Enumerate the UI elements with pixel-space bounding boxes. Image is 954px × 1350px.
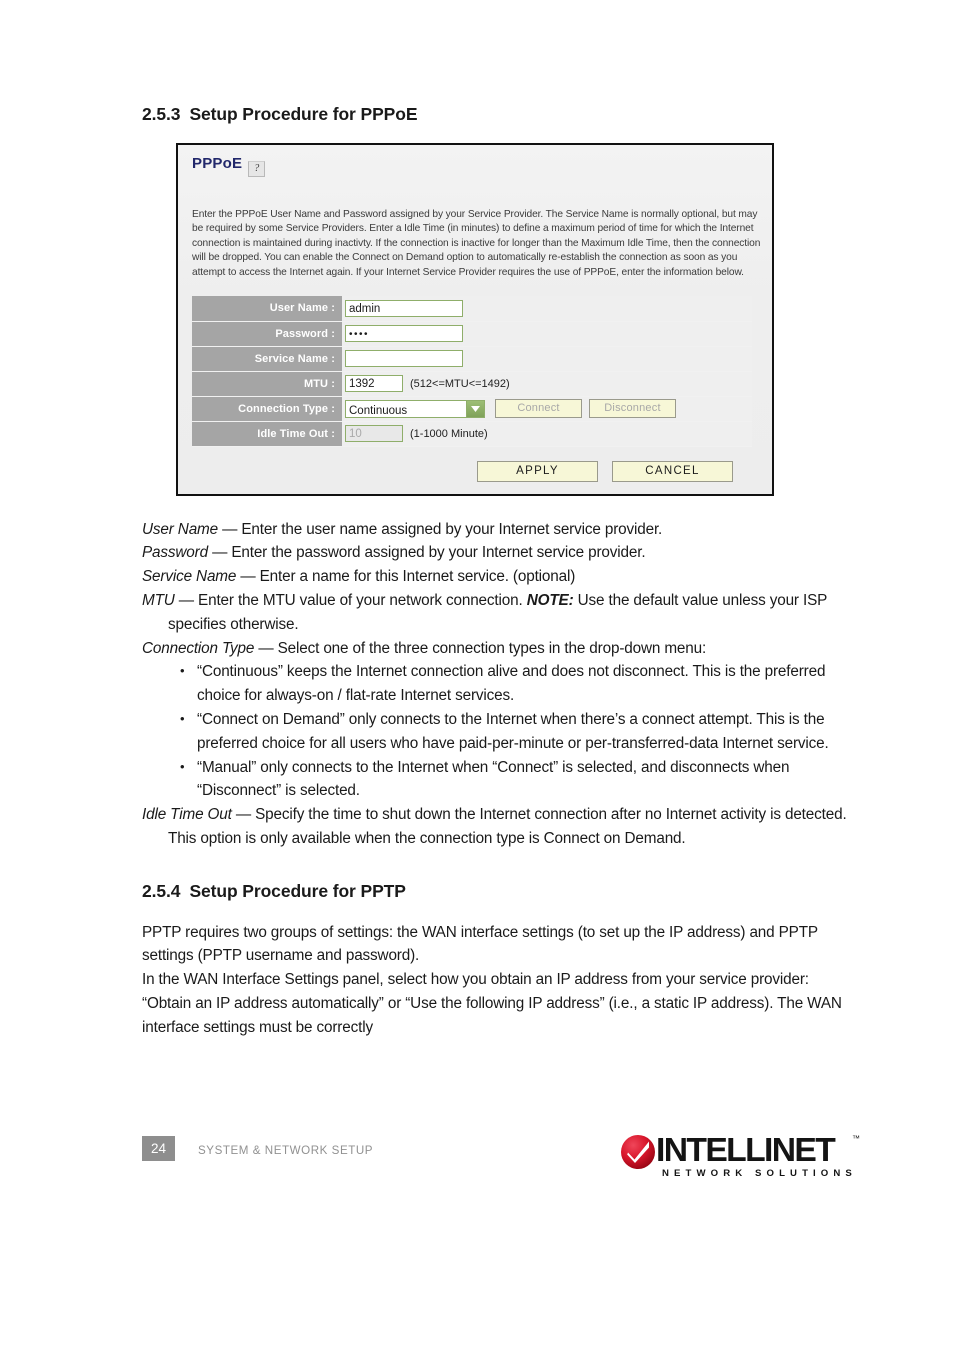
definition-password-text: — Enter the password assigned by your In… [207, 544, 646, 562]
idle-time-out-cell: 10 (1-1000 Minute) [342, 421, 752, 447]
section-heading-253: 2.5.3 Setup Procedure for PPPoE [142, 104, 860, 125]
connection-type-bullets: “Continuous” keeps the Internet connecti… [142, 659, 860, 804]
password-cell: •••• [342, 321, 752, 347]
panel-header: PPPoE ? [192, 156, 758, 182]
list-item: “Continuous” keeps the Internet connecti… [180, 659, 860, 708]
definition-connection-type-text: — Select one of the three connection typ… [254, 639, 707, 657]
term-service-name: Service Name [142, 568, 237, 586]
page-footer: 24 SYSTEM & NETWORK SETUP INTELLINET ™ N… [142, 1128, 860, 1188]
mtu-hint: (512<=MTU<=1492) [410, 377, 510, 390]
cancel-button[interactable]: CANCEL [612, 460, 733, 482]
pppoe-form: User Name : admin Password : •••• Servic… [192, 296, 752, 447]
section-heading-254: 2.5.4 Setup Procedure for PPTP [142, 881, 860, 902]
note-label: NOTE: [526, 591, 574, 609]
intellinet-logo: INTELLINET ™ NETWORK SOLUTIONS [612, 1128, 860, 1184]
connect-button[interactable]: Connect [495, 399, 582, 419]
apply-button[interactable]: APPLY [477, 460, 598, 482]
mtu-label: MTU : [192, 371, 342, 397]
term-password: Password [142, 544, 208, 562]
idle-time-out-label: Idle Time Out : [192, 421, 342, 447]
logo-wordmark: INTELLINET [656, 1131, 836, 1168]
section-number: 2.5.4 [142, 880, 181, 901]
definition-user-name-text: — Enter the user name assigned by your I… [218, 520, 663, 538]
user-name-input[interactable]: admin [345, 299, 463, 317]
form-row-service-name: Service Name : [192, 346, 752, 372]
document-page: 2.5.3 Setup Procedure for PPPoE PPPoE ? E… [0, 0, 954, 1350]
definition-user-name: User Name — Enter the user name assigned… [142, 518, 860, 542]
term-mtu: MTU [142, 591, 175, 609]
page-number-badge: 24 [142, 1136, 175, 1161]
term-connection-type: Connection Type [142, 639, 255, 657]
panel-inner: PPPoE ? Enter the PPPoE User Name and Pa… [178, 145, 772, 494]
connection-type-cell: Continuous Connect Disconnect [342, 396, 752, 422]
pptp-paragraph-2: In the WAN Interface Settings panel, sel… [142, 971, 842, 1036]
question-mark-icon[interactable]: ? [248, 161, 266, 177]
idle-time-out-input[interactable]: 10 [345, 425, 403, 443]
disconnect-button[interactable]: Disconnect [589, 399, 676, 419]
term-user-name: User Name [142, 520, 219, 538]
trademark-symbol: ™ [852, 1134, 860, 1143]
pptp-paragraph-1: PPTP requires two groups of settings: th… [142, 923, 818, 965]
form-row-idle-time-out: Idle Time Out : 10 (1-1000 Minute) [192, 421, 752, 447]
service-name-input[interactable] [345, 350, 463, 368]
service-name-cell [342, 346, 752, 372]
logo-tagline: NETWORK SOLUTIONS [662, 1168, 857, 1179]
definition-connection-type: Connection Type — Select one of the thre… [142, 637, 860, 661]
mtu-cell: 1392 (512<=MTU<=1492) [342, 371, 752, 397]
user-name-label: User Name : [192, 296, 342, 322]
definition-mtu-text-a: — Enter the MTU value of your network co… [174, 591, 527, 609]
connection-type-select[interactable]: Continuous [345, 399, 485, 418]
definition-service-name-text: — Enter a name for this Internet service… [236, 568, 576, 586]
panel-title: PPPoE [192, 155, 243, 172]
definition-password: Password — Enter the password assigned b… [142, 541, 860, 565]
definition-idle-time-out: Idle Time Out — Specify the time to shut… [142, 803, 860, 851]
idle-time-out-hint: (1-1000 Minute) [410, 427, 488, 440]
definition-mtu: MTU — Enter the MTU value of your networ… [142, 589, 860, 637]
service-name-label: Service Name : [192, 346, 342, 372]
panel-description: Enter the PPPoE User Name and Password a… [192, 209, 761, 278]
checkmark-badge-icon [620, 1134, 656, 1170]
user-name-cell: admin [342, 296, 752, 322]
definition-idle-time-out-text: — Specify the time to shut down the Inte… [168, 806, 847, 847]
pppoe-settings-panel: PPPoE ? Enter the PPPoE User Name and Pa… [176, 143, 774, 496]
section-title: Setup Procedure for PPPoE [189, 104, 418, 124]
form-row-connection-type: Connection Type : Continuous Connect Dis… [192, 396, 752, 422]
list-item: “Connect on Demand” only connects to the… [180, 707, 860, 756]
section-number: 2.5.3 [142, 104, 181, 124]
page-content: 2.5.3 Setup Procedure for PPPoE PPPoE ? E… [142, 104, 860, 1040]
section-title: Setup Procedure for PPTP [189, 880, 406, 901]
panel-actions: APPLY CANCEL [192, 460, 758, 482]
form-row-mtu: MTU : 1392 (512<=MTU<=1492) [192, 371, 752, 397]
definitions-block: User Name — Enter the user name assigned… [142, 518, 860, 851]
chevron-down-icon[interactable] [466, 400, 484, 417]
form-row-password: Password : •••• [192, 321, 752, 347]
list-item: “Manual” only connects to the Internet w… [180, 755, 860, 804]
password-label: Password : [192, 321, 342, 347]
running-head: SYSTEM & NETWORK SETUP [198, 1144, 374, 1157]
term-idle-time-out: Idle Time Out [142, 806, 232, 824]
connection-type-label: Connection Type : [192, 396, 342, 422]
form-row-user-name: User Name : admin [192, 296, 752, 322]
connection-type-value: Continuous [349, 404, 408, 417]
mtu-input[interactable]: 1392 [345, 375, 403, 393]
password-input[interactable]: •••• [345, 325, 463, 343]
definition-service-name: Service Name — Enter a name for this Int… [142, 565, 860, 589]
